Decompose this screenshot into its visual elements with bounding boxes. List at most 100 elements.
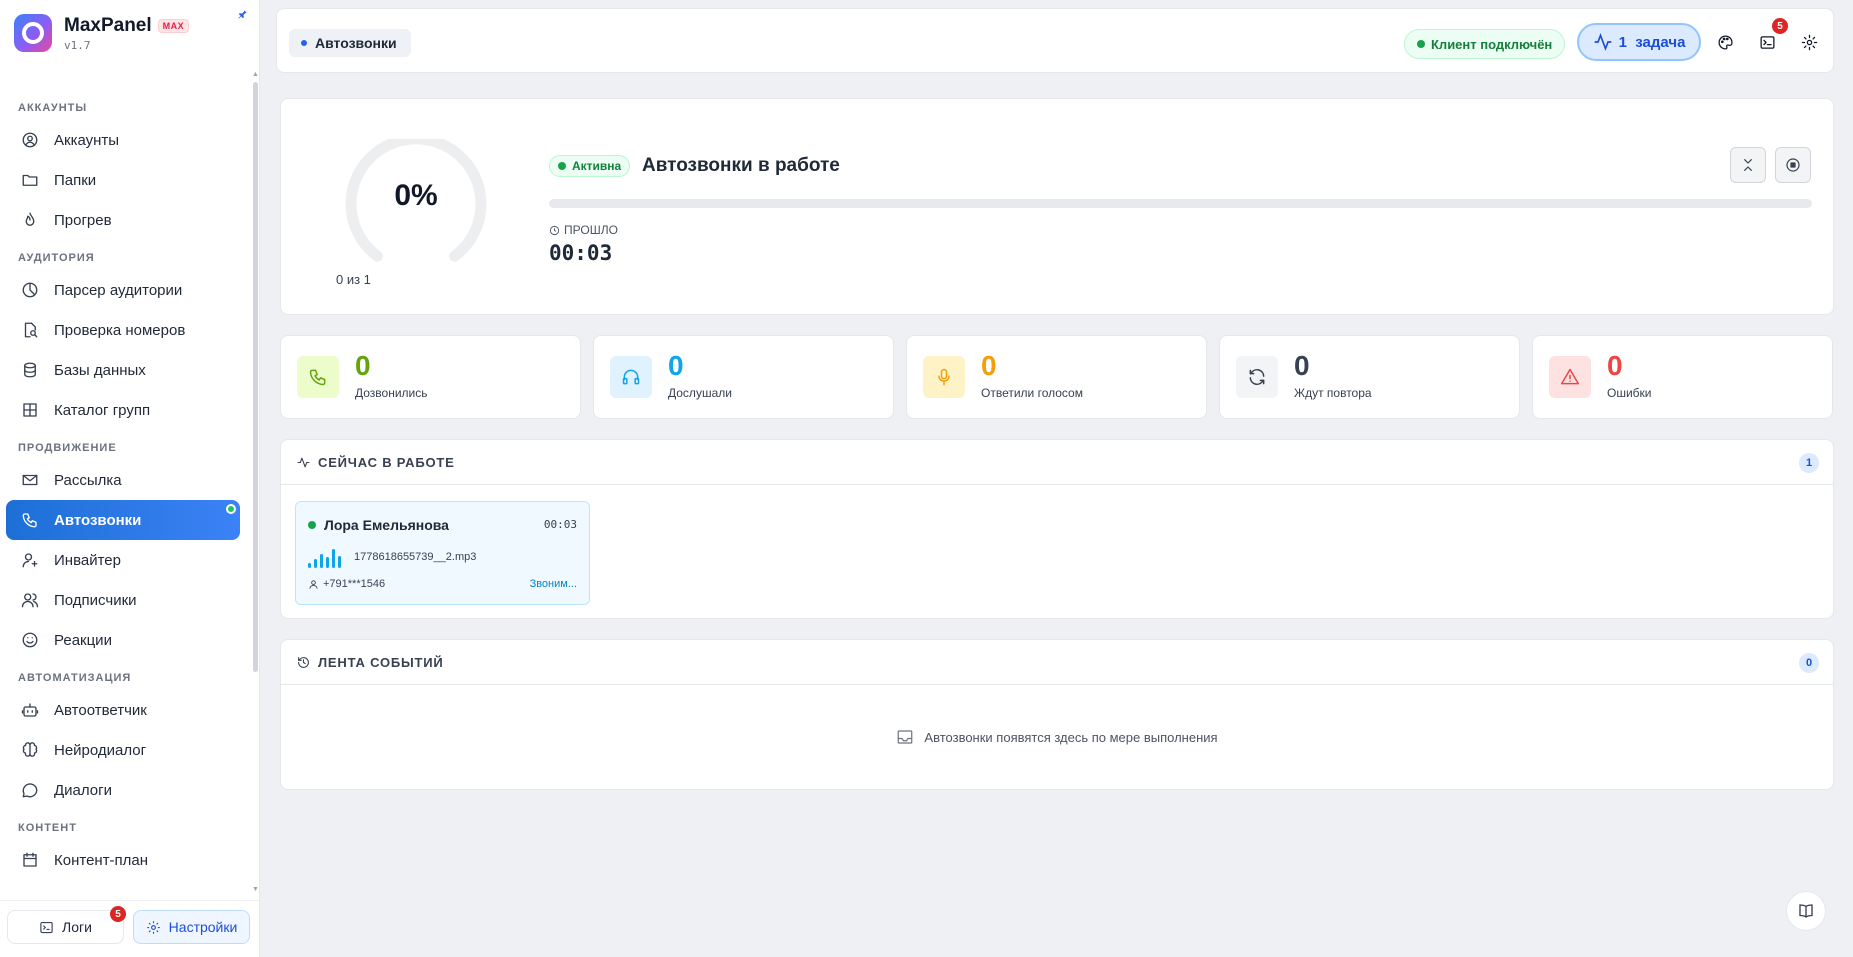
scroll-down-icon[interactable]: ▼ [252, 886, 259, 893]
events-empty-text: Автозвонки появятся здесь по мере выполн… [924, 729, 1218, 745]
sidebar-item-label: Нейродиалог [54, 741, 147, 759]
elapsed-label: ПРОШЛО [549, 223, 618, 237]
sidebar-item-inviter[interactable]: Инвайтер [6, 540, 240, 580]
sidebar-item-label: Проверка номеров [54, 321, 186, 339]
status-badge-label: Активна [572, 159, 622, 173]
mic-icon [923, 356, 965, 398]
stat-value: 0 [981, 350, 997, 381]
history-icon [298, 656, 309, 668]
console-icon[interactable] [1757, 32, 1777, 52]
in-progress-panel: СЕЙЧАС В РАБОТЕ 1 Лора Емельянова 00:03 … [280, 439, 1834, 619]
logs-button[interactable]: Логи [7, 910, 124, 944]
palette-icon[interactable] [1715, 32, 1735, 52]
sidebar-item-label: Папки [54, 171, 97, 189]
sidebar-item-label: Парсер аудитории [54, 281, 183, 299]
sidebar-item-autoresponder[interactable]: Автоответчик [6, 690, 240, 730]
sidebar-item-subscribers[interactable]: Подписчики [6, 580, 240, 620]
grid-icon [20, 400, 40, 420]
user-icon [309, 579, 318, 589]
collapse-button[interactable] [1730, 147, 1766, 183]
stop-button[interactable] [1775, 147, 1811, 183]
mail-send-icon [20, 470, 40, 490]
sidebar-item-audience-parser[interactable]: Парсер аудитории [6, 270, 240, 310]
in-progress-title: СЕЙЧАС В РАБОТЕ [318, 454, 455, 470]
collapse-icon [1744, 159, 1752, 171]
in-progress-count: 1 [1799, 453, 1819, 473]
users-icon [20, 590, 40, 610]
scroll-up-icon[interactable]: ▲ [252, 71, 259, 78]
sidebar-item-folders[interactable]: Папки [6, 160, 240, 200]
sidebar-item-label: Подписчики [54, 591, 137, 609]
audio-wave-icon [308, 548, 342, 568]
sidebar-item-label: Контент-план [54, 851, 149, 869]
sidebar-item-content-plan[interactable]: Контент-план [6, 840, 240, 880]
sidebar-item-group-catalog[interactable]: Каталог групп [6, 390, 240, 430]
pie-icon [20, 280, 40, 300]
section-audience: АУДИТОРИЯ [18, 252, 95, 264]
stat-label: Ответили голосом [981, 386, 1083, 400]
call-phone-number: +791***1546 [323, 578, 386, 590]
activity-icon [297, 457, 310, 467]
stat-label: Дозвонились [355, 386, 428, 400]
call-contact-name: Лора Емельянова [324, 517, 449, 533]
status-badge: Активна [549, 155, 631, 177]
progress-percent: 0% [394, 179, 438, 212]
sidebar-item-databases[interactable]: Базы данных [6, 350, 240, 390]
topbar: Автозвонки Клиент подключён 1 задача 5 [276, 8, 1834, 73]
section-accounts: АККАУНТЫ [18, 102, 88, 114]
events-title: ЛЕНТА СОБЫТИЙ [318, 654, 444, 670]
sidebar-item-dialogs[interactable]: Диалоги [6, 770, 240, 810]
progress-title: Автозвонки в работе [642, 155, 840, 176]
events-count: 0 [1799, 653, 1819, 673]
sidebar-item-warmup[interactable]: Прогрев [6, 200, 240, 240]
bot-icon [20, 700, 40, 720]
sidebar-item-autocalls[interactable]: Автозвонки [6, 500, 240, 540]
database-icon [20, 360, 40, 380]
pin-icon[interactable] [237, 9, 248, 23]
running-indicator [226, 504, 236, 514]
sidebar-item-number-check[interactable]: Проверка номеров [6, 310, 240, 350]
plan-badge: MAX [157, 18, 190, 33]
gear-icon[interactable] [1799, 32, 1819, 52]
brand[interactable]: MaxPanel MAX v1.7 [14, 14, 190, 52]
activity-icon [1594, 32, 1611, 52]
file-search-icon [20, 320, 40, 340]
user-circle-icon [20, 130, 40, 150]
sidebar-item-accounts[interactable]: Аккаунты [6, 120, 240, 160]
task-count: 1 [1618, 33, 1627, 51]
sidebar-item-neurodialog[interactable]: Нейродиалог [6, 730, 240, 770]
stat-value: 0 [1294, 350, 1310, 381]
warning-icon [1549, 356, 1591, 398]
sidebar-item-label: Прогрев [54, 211, 112, 229]
events-header: ЛЕНТА СОБЫТИЙ 0 [281, 640, 1833, 685]
sidebar-item-mailing[interactable]: Рассылка [6, 460, 240, 500]
logs-count-badge: 5 [110, 906, 126, 922]
progress-counter: 0 из 1 [336, 272, 371, 287]
logs-label: Логи [62, 919, 92, 935]
app-name: MaxPanel [64, 14, 152, 36]
sidebar-item-label: Каталог групп [54, 401, 151, 419]
sidebar-item-reactions[interactable]: Реакции [6, 620, 240, 660]
call-audio-file: 1778618655739__2.mp3 [354, 551, 477, 563]
console-count-badge: 5 [1772, 18, 1788, 34]
sidebar-scrollbar[interactable] [253, 82, 258, 672]
stop-icon [1786, 158, 1800, 172]
sidebar-item-label: Аккаунты [54, 131, 120, 149]
settings-button[interactable]: Настройки [133, 910, 250, 944]
brain-icon [20, 740, 40, 760]
stat-label: Дослушали [668, 386, 732, 400]
sidebar: MaxPanel MAX v1.7 АККАУНТЫ Аккаунты Папки… [0, 0, 260, 957]
sidebar-item-label: Рассылка [54, 471, 122, 489]
call-status-dot [308, 521, 316, 529]
sidebar-footer: Логи 5 Настройки [0, 900, 259, 957]
docs-button[interactable] [1786, 891, 1826, 931]
refresh-icon [1236, 356, 1278, 398]
stat-errors: 0 Ошибки [1532, 335, 1833, 419]
sidebar-item-label: Инвайтер [54, 551, 121, 569]
call-card[interactable]: Лора Емельянова 00:03 1778618655739__2.m… [295, 501, 590, 605]
book-icon [1799, 904, 1813, 918]
tasks-button[interactable]: 1 задача [1577, 23, 1701, 61]
stat-value: 0 [668, 350, 684, 381]
section-automation: АВТОМАТИЗАЦИЯ [18, 672, 132, 684]
events-panel: ЛЕНТА СОБЫТИЙ 0 Автозвонки появятся здес… [280, 639, 1834, 790]
